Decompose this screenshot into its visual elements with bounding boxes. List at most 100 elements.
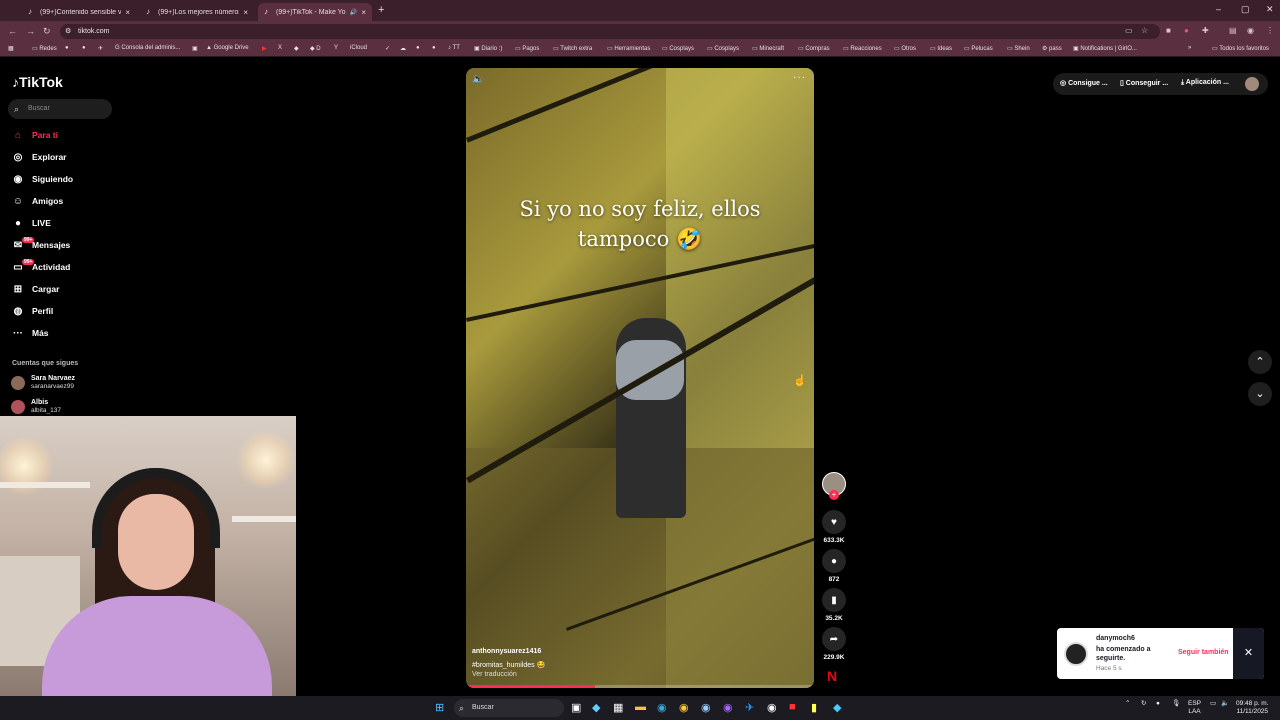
follow-back-button[interactable]: Seguir también	[1178, 649, 1229, 656]
microphone-icon[interactable]: 🎙	[1172, 700, 1180, 708]
tab-close-icon[interactable]: ×	[361, 8, 366, 17]
bookmark-cosplays[interactable]: ▭ Cosplays	[662, 45, 694, 52]
apps-grid-icon[interactable]: ▦	[8, 45, 14, 52]
app-icon[interactable]: ▦	[613, 701, 623, 714]
telegram-icon[interactable]: ✈	[745, 701, 754, 714]
search-input[interactable]: ⌕ Buscar	[8, 99, 112, 119]
bookmark-icon[interactable]: ✈	[98, 45, 103, 52]
tab-mejores-numeros[interactable]: ♪ (99+)Los mejores números del ×	[140, 3, 254, 21]
previous-video-button[interactable]: ⌃	[1248, 350, 1272, 374]
nav-actividad[interactable]: ▭ 99+ Actividad	[10, 258, 70, 275]
bookmark-icon[interactable]: ●	[65, 45, 69, 51]
bookmark-redes[interactable]: ▭ Redes	[32, 45, 57, 52]
extension-icon[interactable]: ■	[1166, 26, 1171, 35]
volume-icon[interactable]: 🔈	[1221, 700, 1229, 708]
bookmark-icon[interactable]: ●	[416, 45, 420, 51]
share-button[interactable]: ➦	[822, 627, 846, 651]
tab-tiktok-active[interactable]: ♪ (99+)TikTok - Make Your D 🔊 ×	[258, 3, 372, 21]
discord-icon[interactable]: ◉	[723, 701, 733, 714]
bookmark-diario[interactable]: ▣ Diario :)	[474, 45, 502, 52]
bookmark-icon[interactable]: ◆	[294, 45, 299, 52]
bookmark-icon[interactable]: Y	[334, 45, 338, 51]
app-icon[interactable]: ■	[789, 701, 796, 713]
bookmark-icon[interactable]: ●	[432, 45, 436, 51]
bookmark-herramientas[interactable]: ▭ Herramientas	[607, 45, 650, 52]
following-account[interactable]: Albis albita_137	[11, 399, 61, 415]
bookmark-reacciones[interactable]: ▭ Reacciones	[843, 45, 882, 52]
bookmark-icon[interactable]: ☁	[400, 45, 406, 52]
forward-icon[interactable]: →	[26, 26, 35, 36]
close-notification-button[interactable]: ✕	[1233, 628, 1264, 679]
chrome-icon[interactable]: ◉	[679, 701, 689, 714]
app-icon[interactable]: ◉	[701, 701, 711, 714]
bookmark-twitch-extra[interactable]: ▭ Twitch extra	[553, 45, 592, 52]
clock[interactable]: 09:48 p. m. 11/11/2025	[1236, 700, 1269, 716]
reload-icon[interactable]: ↻	[43, 26, 51, 37]
sidebar-icon[interactable]: ▤	[1229, 26, 1237, 35]
profile-avatar-icon[interactable]: ◉	[1247, 26, 1254, 35]
like-button[interactable]: ♥	[822, 510, 846, 534]
tab-contenido-sensible[interactable]: ♪ (99+)Contenido sensible ver co ×	[22, 3, 136, 21]
bookmark-icloud[interactable]: iCloud	[350, 45, 367, 51]
extension-icon[interactable]: ●	[1184, 26, 1189, 35]
tab-close-icon[interactable]: ×	[243, 8, 248, 17]
maximize-button[interactable]: ▢	[1241, 4, 1250, 15]
minimize-button[interactable]: –	[1216, 4, 1221, 14]
file-explorer-icon[interactable]: ▬	[635, 701, 646, 713]
see-translation-link[interactable]: Ver traducción	[472, 671, 517, 678]
bookmark-pass[interactable]: ⚙ pass	[1042, 45, 1062, 52]
bookmark-pelucas[interactable]: ▭ Pelucas	[964, 45, 993, 52]
bookmark-compras[interactable]: ▭ Compras	[798, 45, 830, 52]
notification-user[interactable]: danymoch6	[1096, 635, 1135, 642]
tray-icon[interactable]: ↻	[1141, 700, 1146, 708]
nav-amigos[interactable]: ☺ Amigos	[10, 193, 63, 209]
more-options-icon[interactable]: ···	[793, 72, 806, 83]
bookmark-pagos[interactable]: ▭ Pagos	[515, 45, 539, 52]
extensions-puzzle-icon[interactable]: ✚	[1202, 26, 1209, 35]
app-icon[interactable]: ▮	[811, 701, 817, 714]
menu-kebab-icon[interactable]: ⋮	[1266, 26, 1274, 35]
nav-live[interactable]: ● LIVE	[10, 215, 51, 231]
netflix-logo-icon[interactable]: N	[827, 668, 837, 684]
nav-perfil[interactable]: ◍ Perfil	[10, 303, 54, 319]
copilot-icon[interactable]: ◆	[592, 701, 600, 714]
video-player[interactable]: 🔈 ··· Si yo no soy feliz, ellos tampoco …	[466, 68, 814, 688]
nav-mensajes[interactable]: ✉ 99+ Mensajes	[10, 236, 70, 253]
tab-close-icon[interactable]: ×	[125, 8, 130, 17]
bookmark-ideas[interactable]: ▭ Ideas	[930, 45, 952, 52]
desktop-app-button[interactable]: ⤓ Aplicación ...	[1181, 79, 1229, 87]
video-progress-bar[interactable]	[466, 685, 814, 688]
tiktok-logo[interactable]: ♪TikTok	[12, 74, 63, 90]
follow-plus-icon[interactable]: +	[829, 490, 839, 500]
video-tags[interactable]: #bromitas_humildes 😂	[472, 661, 545, 669]
network-icon[interactable]: ▭	[1210, 700, 1216, 708]
edge-icon[interactable]: ◉	[657, 701, 667, 714]
site-info-icon[interactable]: ⚙	[65, 24, 71, 39]
bookmark-all-favorites[interactable]: ▭ Todos los favoritos	[1212, 45, 1269, 52]
app-icon[interactable]: ◆	[833, 701, 841, 714]
bookmark-notifications[interactable]: ▣ Notifications | GirlO...	[1073, 45, 1137, 52]
nav-siguiendo[interactable]: ◉ Siguiendo	[10, 171, 73, 187]
windows-start-icon[interactable]: ⊞	[435, 701, 444, 714]
following-account[interactable]: Sara Narvaez saranarvaez99	[11, 375, 75, 391]
taskbar-search[interactable]: ⌕ Buscar	[454, 699, 564, 717]
install-app-icon[interactable]: ▭	[1125, 26, 1133, 35]
tab-audio-icon[interactable]: 🔊	[350, 9, 357, 16]
comment-button[interactable]: ●	[822, 549, 846, 573]
obs-icon[interactable]: ◉	[767, 701, 777, 714]
volume-icon[interactable]: 🔈	[472, 74, 484, 85]
bookmark-otros[interactable]: ▭ Otros	[894, 45, 916, 52]
task-view-icon[interactable]: ▣	[571, 701, 581, 714]
close-window-button[interactable]: ✕	[1266, 4, 1274, 15]
language-indicator[interactable]: ESP LAA	[1188, 700, 1201, 716]
bookmark-shein[interactable]: ▭ Shein	[1007, 45, 1030, 52]
nav-mas[interactable]: ··· Más	[10, 325, 49, 341]
bookmark-star-icon[interactable]: ☆	[1141, 26, 1148, 35]
tray-chevron-icon[interactable]: ⌃	[1125, 700, 1130, 708]
more-bookmarks-icon[interactable]: »	[1188, 45, 1191, 51]
get-app-button[interactable]: ▯ Conseguir ...	[1120, 79, 1168, 87]
bookmark-icon[interactable]: ●	[82, 45, 86, 51]
bookmark-google-drive[interactable]: ▲ Google Drive	[206, 45, 249, 51]
tray-icon[interactable]: ●	[1156, 700, 1160, 708]
x-icon[interactable]: X	[278, 45, 282, 51]
